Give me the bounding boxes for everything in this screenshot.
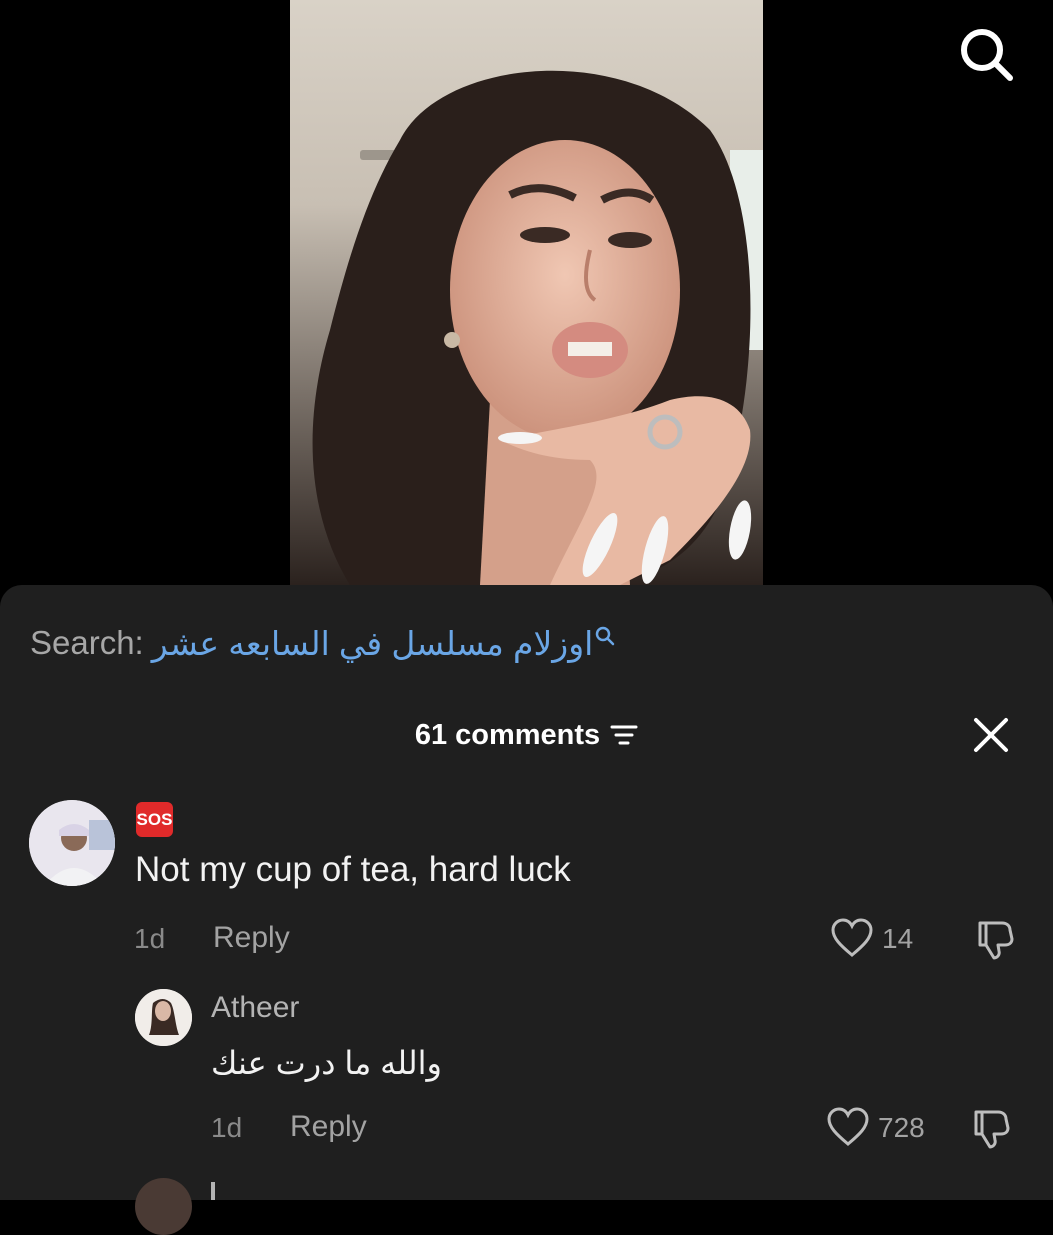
like-count: 14 (882, 923, 914, 954)
filter-icon[interactable] (610, 723, 638, 747)
reply-username[interactable]: Atheer (211, 991, 299, 1025)
like-count: 728 (878, 1112, 925, 1143)
heart-icon (827, 1107, 869, 1146)
avatar-image (29, 800, 115, 886)
search-icon (596, 626, 615, 646)
comments-header: 61 comments (0, 712, 1053, 758)
comment-time: 1d (134, 923, 166, 954)
avatar[interactable] (29, 800, 115, 886)
heart-icon (831, 918, 873, 957)
reply-button[interactable]: Reply (290, 1110, 367, 1144)
dislike-button[interactable] (970, 1106, 1014, 1155)
dislike-button[interactable] (974, 917, 1018, 966)
search-button[interactable] (958, 26, 1014, 82)
video-player[interactable] (290, 0, 763, 585)
thumbs-down-icon (974, 1110, 1010, 1149)
search-prefix: Search: (30, 624, 144, 661)
related-search-bar[interactable]: Search: اوزلام مسلسل في السابعه عشر (30, 620, 615, 666)
search-term-link[interactable]: اوزلام مسلسل في السابعه عشر (152, 624, 594, 663)
comment-text: Not my cup of tea, hard luck (135, 850, 571, 889)
badge-label: SOS (136, 809, 173, 829)
like-button[interactable] (830, 917, 874, 964)
avatar-image (135, 989, 192, 1046)
like-button[interactable] (826, 1106, 870, 1153)
avatar[interactable] (135, 1178, 192, 1235)
comment-count: 61 comments (414, 718, 601, 751)
comments-sheet (0, 585, 1053, 1200)
reply-text: والله ما درت عنك (211, 1045, 442, 1081)
avatar[interactable] (135, 989, 192, 1046)
thumbs-down-icon (978, 921, 1014, 960)
video-frame-illustration (290, 0, 763, 585)
close-button[interactable] (970, 714, 1012, 756)
search-icon (961, 29, 1013, 81)
reply-button[interactable]: Reply (213, 921, 290, 955)
next-reply-username-fragment (211, 1182, 215, 1200)
close-icon (974, 718, 1008, 752)
reply-time: 1d (211, 1112, 243, 1143)
sos-badge: SOS (136, 802, 173, 837)
